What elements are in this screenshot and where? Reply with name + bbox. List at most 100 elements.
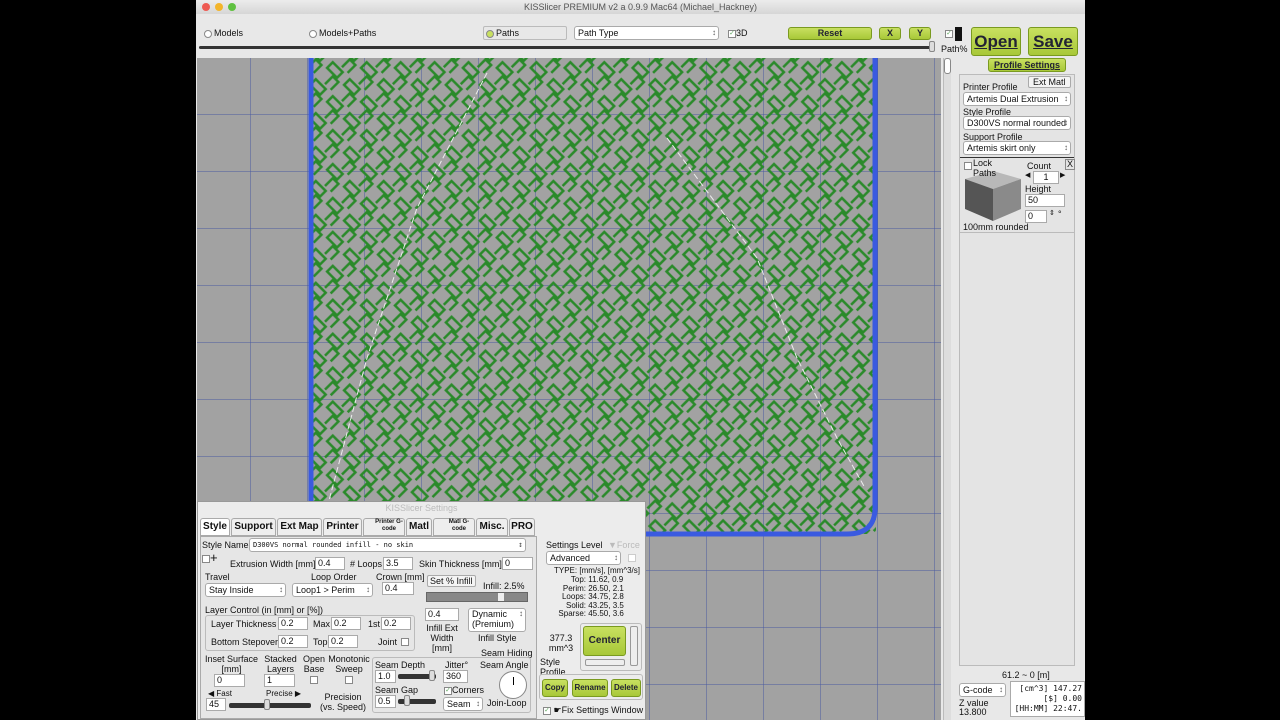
profile-panel: Ext Matl Printer Profile Artemis Dual Ex… [959,74,1076,666]
close-window-icon[interactable] [202,3,210,11]
travel-select[interactable]: Stay Inside [205,583,286,597]
infill-ext-width-field[interactable]: 0.4 [425,608,459,621]
seam-gap-field[interactable]: 0.5 [375,695,396,708]
open-button[interactable]: Open [971,27,1021,56]
precision-slider[interactable] [229,699,311,710]
style-name-label: Style Name [202,540,249,550]
path-percent-slider[interactable] [199,41,935,52]
first-layer-label: 1st [368,619,381,629]
open-base-label: Open Base [303,654,326,674]
bottom-stepover-field[interactable]: 0.2 [278,635,308,648]
minimize-window-icon[interactable] [215,3,223,11]
joint-checkbox[interactable] [401,638,409,646]
style-name-field[interactable]: D300VS normal rounded infill - no skin [249,538,526,552]
rename-button[interactable]: Rename [572,679,608,697]
infill-slider[interactable] [426,592,528,602]
fix-settings-window-checkbox[interactable]: ✓ ☛Fix Settings Window [543,705,643,716]
extrusion-width-field[interactable]: 0.4 [315,557,345,570]
top-field[interactable]: 0.2 [328,635,358,648]
tab-style[interactable]: Style [200,518,230,536]
output-select[interactable]: G-code [959,683,1006,697]
vertical-nudge-slider[interactable] [630,626,638,666]
tab-matl-gcode[interactable]: Matl G-code [433,518,475,536]
y-button[interactable]: Y [909,27,931,40]
count-decrement[interactable]: ◀ [1025,171,1030,179]
seam-depth-slider[interactable] [398,670,436,681]
set-infill-button[interactable]: Set % Infill [427,575,476,587]
remove-model-button[interactable]: X [1065,159,1076,170]
speed-row: Sparse: 45.50, 3.6 [558,609,624,618]
settings-level-label: Settings Level [546,540,603,550]
seam-depth-field[interactable]: 1.0 [375,670,396,683]
infill-ext-width-label: Infill Ext Width [mm] [426,623,458,653]
support-profile-select[interactable]: Artemis skirt only [963,141,1071,155]
max-field[interactable]: 0.2 [331,617,361,630]
divider [960,232,1074,233]
horizontal-nudge-slider[interactable] [585,659,625,666]
layer-thickness-label: Layer Thickness [211,619,277,629]
3d-checkbox[interactable]: ✓3D [728,28,748,38]
open-base-checkbox[interactable] [310,676,318,684]
delete-button[interactable]: Delete [611,679,641,697]
stacked-layers-field[interactable]: 1 [264,674,295,687]
path-type-select[interactable]: Path Type [574,26,719,40]
layer-thickness-field[interactable]: 0.2 [278,617,308,630]
inset-surface-field[interactable]: 0 [214,674,245,687]
jitter-field[interactable]: 360 [443,670,468,683]
first-layer-field[interactable]: 0.2 [381,617,411,630]
seam-angle-dial[interactable] [499,671,527,699]
monotonic-sweep-checkbox[interactable] [345,676,353,684]
count-field[interactable]: 1 [1033,171,1059,184]
save-button[interactable]: Save [1028,27,1078,56]
layer-control-label: Layer Control (in [mm] or [%]) [205,605,324,615]
add-style-button[interactable]: + [202,550,218,565]
speed-type-header: TYPE: [mm/s], [mm^3/s] [554,566,640,575]
zoom-window-icon[interactable] [228,3,236,11]
tab-misc[interactable]: Misc. [476,518,508,536]
loops-field[interactable]: 3.5 [383,557,413,570]
path-pct-checkbox[interactable]: ✓ [945,30,953,38]
crown-field[interactable]: 0.4 [382,582,414,595]
copy-button[interactable]: Copy [542,679,568,697]
count-increment[interactable]: ▶ [1060,171,1065,179]
profile-settings-button[interactable]: Profile Settings [988,58,1066,72]
force-checkbox[interactable] [628,554,636,562]
layer-scrollbar[interactable] [943,58,951,720]
tab-printer[interactable]: Printer [323,518,362,536]
skin-thickness-field[interactable]: 0 [502,557,533,570]
profile-settings-label: Profile Settings [993,60,1060,70]
ext-matl-button[interactable]: Ext Matl [1028,76,1071,88]
z-value: 13.800 [959,707,987,717]
x-button[interactable]: X [879,27,901,40]
infill-style-select[interactable]: Dynamic (Premium) [468,608,526,632]
tab-pro[interactable]: PRO [509,518,535,536]
tab-ext-map[interactable]: Ext Map [277,518,322,536]
bottom-stepover-label: Bottom Stepover [211,637,279,647]
models-radio[interactable]: Models [204,28,243,38]
precision-field[interactable]: 45 [206,698,226,711]
lock-paths-checkbox[interactable] [964,162,972,170]
style-profile-select[interactable]: D300VS normal rounded [963,116,1071,130]
rotation-unit: ° [1058,209,1062,219]
reset-button[interactable]: Reset [788,27,872,40]
tab-support[interactable]: Support [231,518,276,536]
seam-select[interactable]: Seam [443,697,483,711]
monotonic-sweep-label: Monotonic Sweep [328,654,370,674]
height-field[interactable]: 50 [1025,194,1065,207]
open-label: Open [974,32,1018,51]
paths-radio[interactable]: Paths [483,26,567,40]
models-paths-radio[interactable]: Models+Paths [309,28,376,38]
loop-order-select[interactable]: Loop1 > Perim [292,583,373,597]
seam-gap-slider[interactable] [398,695,436,706]
rotation-stepper[interactable]: ⇕ [1049,209,1055,217]
printer-profile-select[interactable]: Artemis Dual Extrusion [963,92,1071,106]
tab-printer-gcode[interactable]: Printer G-code [363,518,405,536]
center-button[interactable]: Center [583,626,626,656]
seam-angle-label: Seam Angle [480,660,529,670]
jitter-label: Jitter° [445,660,469,670]
speed-table: Top: 11.62, 0.9 Perim: 26.50, 2.1 Loops:… [556,575,624,619]
corners-checkbox[interactable]: ✓Corners [444,685,484,695]
tab-matl[interactable]: Matl [406,518,432,536]
settings-level-select[interactable]: Advanced [546,551,621,565]
filament-length: 61.2 ~ 0 [m] [1002,670,1050,680]
